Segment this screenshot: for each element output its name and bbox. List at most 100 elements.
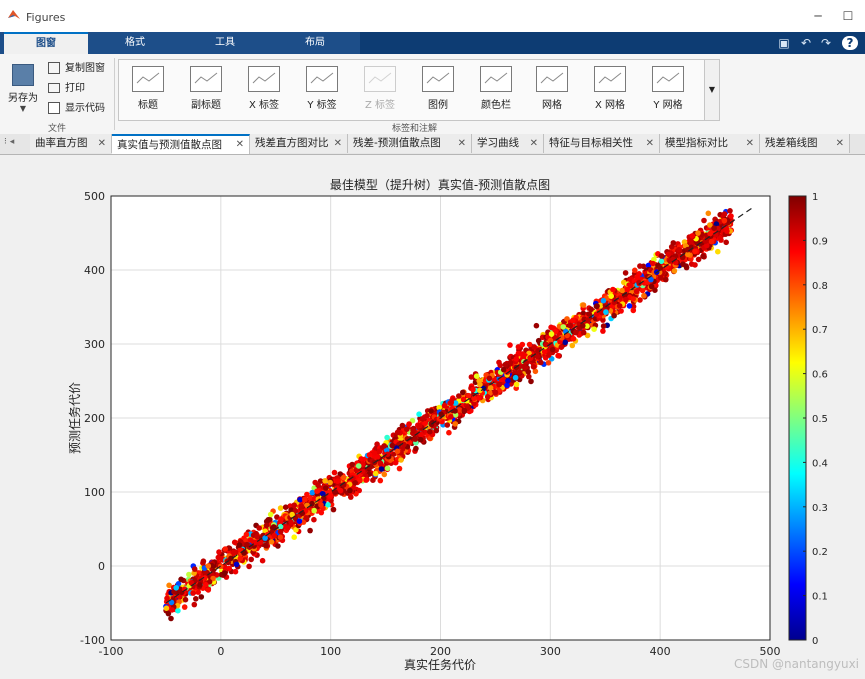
save-icon[interactable]: ▣ [776, 36, 792, 50]
grid-button[interactable]: 网格 [526, 62, 578, 118]
close-tab-icon[interactable]: ✕ [98, 134, 106, 153]
scatter-point [404, 426, 410, 433]
tab-tools[interactable]: 工具 [182, 32, 268, 54]
scatter-point [543, 341, 549, 348]
scatter-point [232, 568, 239, 575]
title-button[interactable]: 标题 [122, 62, 174, 118]
help-icon[interactable]: ? [842, 36, 858, 50]
close-tab-icon[interactable]: ✕ [836, 134, 844, 153]
scatter-point [670, 240, 677, 246]
subtitle-button[interactable]: 副标题 [180, 62, 232, 118]
tab-scroll-left-icon[interactable]: ⁝ ◂ [4, 137, 14, 147]
scatter-point [296, 518, 303, 524]
scatter-point [496, 359, 502, 366]
subtitle-icon [190, 66, 222, 92]
close-tab-icon[interactable]: ✕ [746, 134, 754, 153]
legend-button[interactable]: 图例 [412, 62, 464, 118]
close-tab-icon[interactable]: ✕ [458, 134, 466, 153]
print-button[interactable]: 打印 [48, 81, 85, 97]
maximize-button[interactable]: ☐ [836, 6, 860, 26]
xlabel-icon [248, 66, 280, 92]
title-icon [132, 66, 164, 92]
colorbar-tick-label: 0.3 [812, 503, 828, 514]
redo-icon[interactable]: ↷ [818, 36, 834, 50]
scatter-point [215, 554, 222, 561]
gallery-expand-button[interactable]: ▼ [704, 59, 720, 121]
close-tab-icon[interactable]: ✕ [646, 134, 654, 153]
scatter-point [502, 361, 509, 368]
scatter-point [236, 542, 243, 548]
doc-tab-label: 特征与目标相关性 [549, 137, 633, 149]
x-tick-label: 300 [540, 645, 561, 658]
close-tab-icon[interactable]: ✕ [236, 136, 244, 154]
scatter-point [419, 416, 426, 422]
undo-icon[interactable]: ↶ [798, 36, 814, 50]
doc-tab[interactable]: 残差-预测值散点图 ✕ [348, 134, 472, 153]
colorbar-tick-label: 0.9 [812, 236, 828, 247]
doc-tab-label: 真实值与预测值散点图 [117, 139, 222, 151]
doc-tab[interactable]: 学习曲线 ✕ [472, 134, 544, 153]
xgrid-button[interactable]: X 网格 [584, 62, 636, 118]
ribbon-toolstrip: 另存为 ▼ 复制图窗 打印 显示代码 文件 标题 副标题 X 标签 Y 标签 Z 标签 图… [0, 54, 865, 135]
scatter-point [233, 561, 240, 568]
scatter-point [323, 485, 329, 491]
scatter-point [363, 477, 369, 483]
scatter-point [588, 306, 594, 313]
scatter-point [641, 292, 647, 299]
ygrid-button[interactable]: Y 网格 [642, 62, 694, 118]
colorbar-tick-label: 0.7 [812, 325, 828, 336]
scatter-point [441, 402, 448, 409]
y-tick-label: 400 [84, 264, 105, 277]
scatter-point [573, 329, 579, 335]
colorbar-button[interactable]: 颜色栏 [470, 62, 522, 118]
scatter-point [618, 308, 624, 314]
scatter-point [500, 366, 507, 373]
scatter-point [623, 296, 629, 303]
minimize-button[interactable]: ─ [806, 6, 830, 26]
scatter-point [627, 283, 634, 289]
scatter-point [355, 463, 362, 469]
scatter-point [448, 399, 455, 406]
tab-layout[interactable]: 布局 [272, 32, 358, 54]
scatter-point [222, 546, 228, 552]
colorbar-tick-label: 0.1 [812, 592, 828, 603]
scatter-point [610, 286, 616, 293]
scatter-point [477, 381, 483, 388]
scatter-point [707, 230, 713, 237]
labels-group-label: 标签和注解 [392, 124, 438, 134]
scatter-point [600, 328, 606, 334]
scatter-point [528, 378, 534, 385]
xlabel-button[interactable]: X 标签 [238, 62, 290, 118]
scatter-point [237, 555, 244, 562]
scatter-point [634, 274, 641, 281]
tab-format[interactable]: 格式 [92, 32, 178, 54]
tab-figure[interactable]: 图窗 [4, 32, 88, 54]
scatter-point [330, 506, 337, 513]
colorbar-tick-label: 1 [812, 192, 818, 203]
scatter-point [580, 302, 587, 308]
scatter-point [198, 594, 205, 600]
scatter-point [591, 326, 597, 332]
doc-tab[interactable]: 残差箱线图 ✕ [760, 134, 850, 153]
doc-tab[interactable]: 残差直方图对比 ✕ [250, 134, 348, 153]
copy-figure-button[interactable]: 复制图窗 [48, 61, 105, 77]
scatter-point [259, 557, 266, 564]
scatter-point [384, 451, 391, 458]
doc-tab[interactable]: 特征与目标相关性 ✕ [544, 134, 660, 153]
scatter-point [708, 238, 715, 245]
show-code-checkbox[interactable]: 显示代码 [48, 101, 105, 117]
doc-tab[interactable]: 模型指标对比 ✕ [660, 134, 760, 153]
doc-tab[interactable]: 曲率直方图 ✕ [30, 134, 112, 153]
doc-tab[interactable]: 真实值与预测值散点图 ✕ [112, 134, 250, 154]
scatter-point [334, 478, 341, 485]
scatter-point [366, 452, 373, 458]
scatter-point [340, 474, 347, 481]
close-tab-icon[interactable]: ✕ [334, 134, 342, 153]
ylabel-button[interactable]: Y 标签 [296, 62, 348, 118]
scatter-point [410, 427, 416, 433]
close-tab-icon[interactable]: ✕ [530, 134, 538, 153]
scatter-point [549, 346, 556, 353]
ribbon-button-label: 图例 [428, 100, 448, 111]
scatter-point [715, 248, 721, 255]
save-as-button[interactable]: 另存为 ▼ [4, 62, 42, 113]
